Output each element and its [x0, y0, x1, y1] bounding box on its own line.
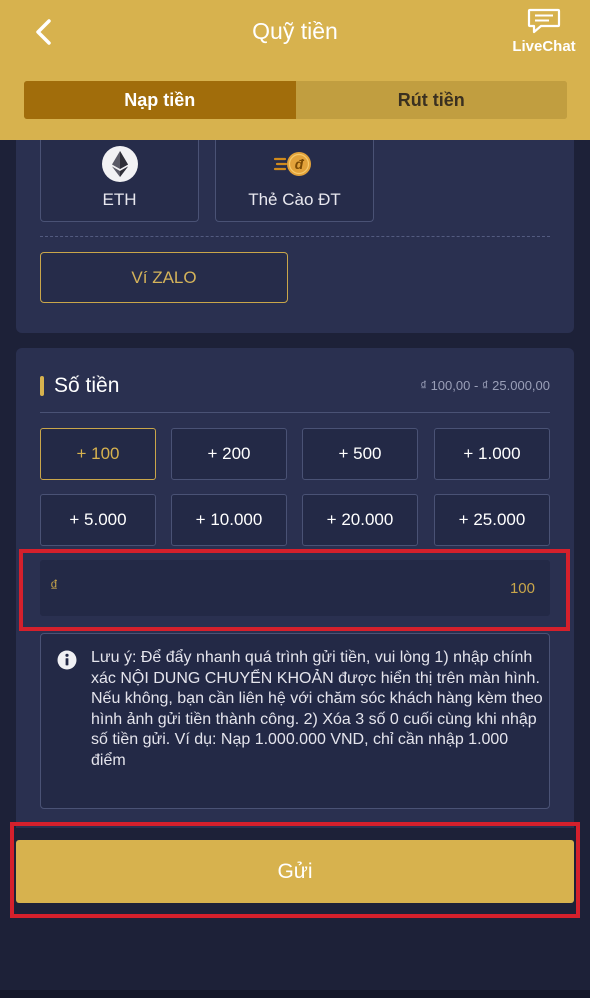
method-label: ETH [102, 190, 137, 209]
amount-input[interactable] [80, 560, 535, 616]
submit-button[interactable]: Gửi [16, 840, 574, 903]
amount-title: Số tiền [54, 374, 120, 397]
header: Quỹ tiền LiveChat Nạp tiền Rút tiền [0, 0, 590, 140]
amount-heading: Số tiền [40, 374, 119, 398]
method-phone-card[interactable]: đ Thẻ Cào ĐT [215, 140, 374, 222]
phone-card-icon: đ [273, 152, 311, 176]
payment-methods-panel: ETH đ Thẻ Cào ĐT Ví ZALO [16, 140, 574, 333]
tab-withdraw[interactable]: Rút tiền [295, 81, 567, 119]
notice-box: Lưu ý: Để đẩy nhanh quá trình gửi tiền, … [40, 633, 550, 809]
amount-range: ₫ 100,00 - ₫ 25.000,00 [420, 378, 550, 393]
amount-chip-100[interactable]: + 100 [40, 428, 156, 480]
amount-chip-500[interactable]: + 500 [302, 428, 418, 480]
divider [40, 236, 550, 237]
bottom-bar [0, 990, 590, 998]
chat-bubble-icon [527, 8, 561, 34]
livechat-button[interactable]: LiveChat [502, 8, 586, 60]
svg-text:đ: đ [294, 156, 304, 172]
amount-chip-10000[interactable]: + 10.000 [171, 494, 287, 546]
method-label: Thẻ Cào ĐT [248, 190, 341, 209]
heading-accent-bar [40, 376, 44, 396]
notice-text: Lưu ý: Để đẩy nhanh quá trình gửi tiền, … [91, 649, 543, 769]
amount-panel: Số tiền ₫ 100,00 - ₫ 25.000,00 + 100 + 2… [16, 348, 574, 828]
method-eth[interactable]: ETH [40, 140, 199, 222]
amount-field: ₫ [40, 560, 550, 616]
livechat-label: LiveChat [512, 38, 576, 55]
currency-symbol: ₫ [50, 578, 59, 595]
ethereum-icon [101, 146, 138, 182]
amount-chip-5000[interactable]: + 5.000 [40, 494, 156, 546]
amount-chip-20000[interactable]: + 20.000 [302, 494, 418, 546]
method-zalo-wallet[interactable]: Ví ZALO [40, 252, 288, 303]
amount-chip-200[interactable]: + 200 [171, 428, 287, 480]
info-icon [57, 650, 77, 670]
amount-chip-25000[interactable]: + 25.000 [434, 494, 550, 546]
divider [40, 412, 550, 413]
amount-chip-1000[interactable]: + 1.000 [434, 428, 550, 480]
tab-deposit[interactable]: Nạp tiền [24, 81, 296, 119]
deposit-withdraw-tabs: Nạp tiền Rút tiền [24, 81, 567, 119]
